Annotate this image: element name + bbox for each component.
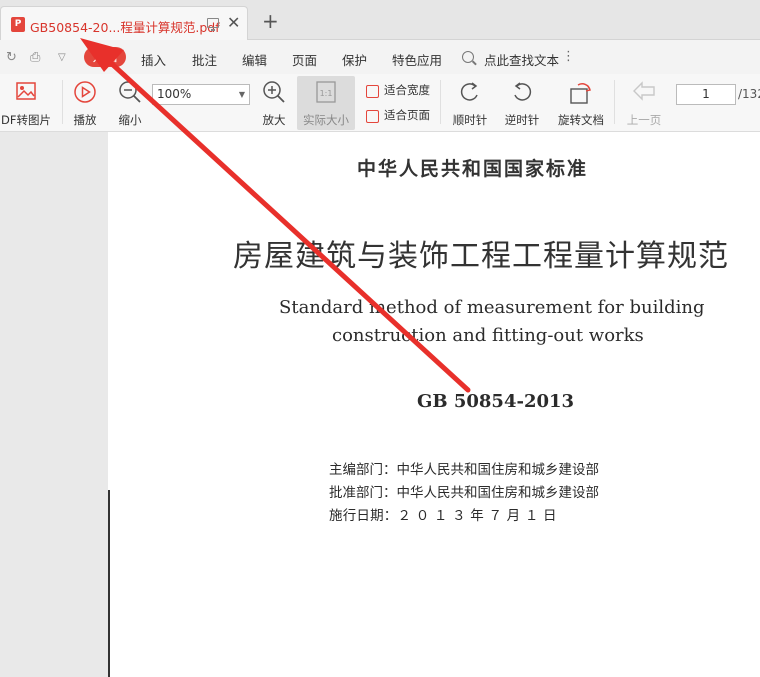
tab-bar: P GB50854-20...程量计算规范.pdf ✕ + <box>0 0 760 40</box>
search-icon[interactable] <box>462 51 474 63</box>
zoom-in-button[interactable]: 放大 <box>256 76 292 130</box>
previous-page-button[interactable]: 上一页 <box>622 76 666 130</box>
menu-special-apps[interactable]: 特色应用 <box>392 50 442 69</box>
toolbar-divider <box>62 80 63 124</box>
fit-width-button[interactable]: 适合宽度 <box>364 82 430 102</box>
arrow-left-icon <box>633 81 655 101</box>
tab-title[interactable]: GB50854-20...程量计算规范.pdf <box>30 17 220 36</box>
zoom-out-icon <box>119 81 141 103</box>
menu-protect[interactable]: 保护 <box>342 50 367 69</box>
actual-size-icon-text: 1:1 <box>320 89 333 98</box>
fit-width-icon <box>366 85 379 98</box>
previous-page-label: 上一页 <box>626 113 662 127</box>
pdf-to-image-label: DF转图片 <box>1 113 51 127</box>
play-button[interactable]: 播放 <box>66 76 104 130</box>
play-label: 播放 <box>73 113 97 127</box>
fit-page-button[interactable]: 适合页面 <box>364 107 430 127</box>
close-icon[interactable]: ✕ <box>227 15 240 31</box>
image-icon <box>16 82 36 100</box>
standard-code: GB 50854-2013 <box>417 391 575 412</box>
zoom-out-label: 缩小 <box>118 113 142 127</box>
menu-row: ↻ ⎙ ▽ 开始 插入 批注 编辑 页面 保护 特色应用 点此查找文本 ⋮ <box>0 40 760 74</box>
rotate-counterclockwise-icon <box>514 82 532 101</box>
fit-page-label: 适合页面 <box>384 108 430 122</box>
actual-size-label: 实际大小 <box>303 113 349 127</box>
monitor-icon[interactable] <box>207 18 219 31</box>
redo-icon[interactable]: ↻ <box>6 50 17 65</box>
menu-insert[interactable]: 插入 <box>141 50 166 69</box>
quick-access-dropdown-icon[interactable]: ▽ <box>58 52 66 63</box>
page-edge <box>108 490 110 677</box>
pdf-file-icon: P <box>11 17 25 32</box>
editor-department: 主编部门：中华人民共和国住房和城乡建设部 <box>329 462 599 478</box>
chevron-down-icon: ▼ <box>238 90 245 99</box>
zoom-in-icon <box>263 81 285 103</box>
menu-start[interactable]: 开始 <box>84 47 126 67</box>
play-icon <box>74 81 96 103</box>
menu-annotate[interactable]: 批注 <box>192 50 217 69</box>
menu-edit[interactable]: 编辑 <box>242 50 267 69</box>
document-tab[interactable]: P GB50854-20...程量计算规范.pdf ✕ <box>0 6 248 40</box>
document-title-en-line2: construction and fitting-out works <box>332 325 644 346</box>
effective-date: 施行日期：２ ０ １ ３ 年 ７ 月 １ 日 <box>329 508 557 524</box>
toolbar: DF转图片 播放 缩小 100% ▼ 放大 1:1 实际大小 适合宽度 适合页面… <box>0 74 760 132</box>
fit-page-icon <box>366 110 379 123</box>
fit-width-label: 适合宽度 <box>384 83 430 97</box>
page-total: /132 <box>738 87 760 101</box>
standard-title: 中华人民共和国国家标准 <box>357 158 589 180</box>
document-title-cn: 房屋建筑与装饰工程工程量计算规范 <box>233 239 729 274</box>
rotate-document-button[interactable]: 旋转文档 <box>554 76 608 130</box>
actual-size-icon: 1:1 <box>316 81 336 103</box>
toolbar-divider <box>614 80 615 124</box>
search-text-button[interactable]: 点此查找文本 <box>484 50 559 69</box>
quick-tool-icon[interactable]: ⎙ <box>30 50 40 65</box>
more-options-icon[interactable]: ⋮ <box>562 49 575 64</box>
zoom-select[interactable]: 100% ▼ <box>152 84 250 105</box>
rotate-counterclockwise-label: 逆时针 <box>504 113 540 127</box>
rotate-clockwise-button[interactable]: 顺时针 <box>449 76 491 130</box>
zoom-value: 100% <box>157 87 192 101</box>
actual-size-button[interactable]: 1:1 实际大小 <box>297 76 355 130</box>
rotate-clockwise-label: 顺时针 <box>452 113 488 127</box>
page-number-input[interactable]: 1 <box>676 84 736 105</box>
zoom-out-button[interactable]: 缩小 <box>112 76 148 130</box>
document-title-en-line1: Standard method of measurement for build… <box>279 297 705 318</box>
menu-page[interactable]: 页面 <box>292 50 317 69</box>
rotate-document-icon <box>570 83 592 104</box>
rotate-clockwise-icon <box>460 82 478 101</box>
side-pane <box>0 132 108 677</box>
new-tab-icon[interactable]: + <box>262 11 279 31</box>
toolbar-divider <box>440 80 441 124</box>
pdf-to-image-button[interactable]: DF转图片 <box>0 76 56 130</box>
rotate-document-label: 旋转文档 <box>558 113 604 127</box>
approver-department: 批准部门：中华人民共和国住房和城乡建设部 <box>329 485 599 501</box>
zoom-in-label: 放大 <box>262 113 286 127</box>
rotate-counterclockwise-button[interactable]: 逆时针 <box>501 76 543 130</box>
